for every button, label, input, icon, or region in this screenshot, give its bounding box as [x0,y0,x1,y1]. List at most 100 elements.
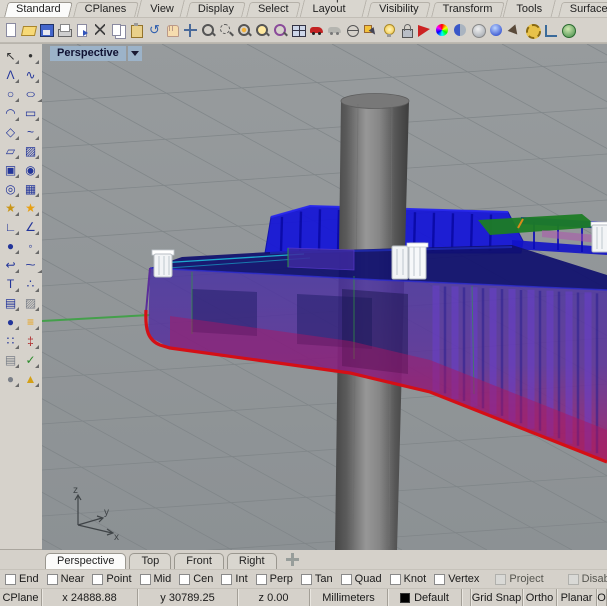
rotate-view-icon[interactable] [182,22,199,39]
gray-car-icon[interactable] [326,22,343,39]
viewport-tab-move-icon[interactable] [286,553,299,566]
rectangle-icon[interactable]: ▭ [21,103,40,122]
array-icon[interactable]: ∷ [1,331,20,350]
zoom-selected-icon[interactable] [236,22,253,39]
osnap-item[interactable]: Int [221,573,247,585]
osnap-item[interactable]: Disable [568,573,607,585]
osnap-item[interactable]: Point [92,573,131,585]
menu-tab[interactable]: Select [246,1,301,17]
zoom-extents-icon[interactable] [254,22,271,39]
point-icon[interactable]: ● [21,46,40,65]
handle-curve-icon[interactable]: ~ [16,255,45,274]
viewport-tab[interactable]: Right [227,553,277,569]
viewport-title-dropdown-icon[interactable] [128,46,142,61]
osnap-item[interactable]: Tan [301,573,333,585]
red-wedge-icon[interactable] [416,22,433,39]
pan-view-icon[interactable] [164,22,181,39]
paste-icon[interactable] [128,22,145,39]
perspective-viewport[interactable]: Perspective [42,44,607,550]
lock-icon[interactable] [398,22,415,39]
gray-sphere-icon[interactable]: ● [1,369,20,388]
status-cell[interactable]: y 30789.25 [138,589,238,606]
osnap-item[interactable]: Project [495,573,543,585]
hatch-icon[interactable]: ▨ [21,293,40,312]
osnap-item[interactable]: Vertex [434,573,479,585]
osnap-item[interactable]: Knot [390,573,427,585]
move-points-icon[interactable]: ∴ [21,274,40,293]
selection-filter-icon[interactable] [362,22,379,39]
ellipse-icon[interactable]: ○ [16,84,45,103]
menu-tab[interactable]: Surface [558,1,607,17]
menu-tab[interactable]: Visibility [367,1,431,17]
polygon-icon[interactable]: ◇ [1,122,20,141]
osnap-item[interactable]: End [5,573,39,585]
circles-icon[interactable]: ◦ [21,236,40,255]
viewport-tab[interactable]: Top [129,553,171,569]
status-toggle[interactable]: Grid Snap [471,589,523,606]
status-toggle[interactable]: Planar [557,589,597,606]
osnap-checkbox[interactable] [301,574,312,585]
color-wheel-icon[interactable] [434,22,451,39]
osnap-item[interactable]: Mid [140,573,172,585]
menu-tab[interactable]: Display [186,1,246,17]
status-toggle[interactable]: O [597,589,607,606]
lightbulb-icon[interactable] [380,22,397,39]
bollard-left[interactable] [152,250,174,277]
osnap-checkbox[interactable] [92,574,103,585]
sphere-icon[interactable]: ◉ [21,160,40,179]
polyline-icon[interactable]: Λ [1,65,20,84]
status-cell[interactable]: Default [388,589,462,606]
menu-tab[interactable]: CPlanes [73,1,139,17]
red-car-icon[interactable] [308,22,325,39]
fillet-icon[interactable]: ∟ [1,217,20,236]
blocks-icon[interactable]: ▤ [1,293,20,312]
osnap-item[interactable]: Cen [179,573,213,585]
bollard-middle[interactable] [392,243,428,279]
shaded-sphere-icon[interactable] [452,22,469,39]
osnap-checkbox[interactable] [221,574,232,585]
osnap-checkbox[interactable] [256,574,267,585]
spheres-dark-icon[interactable]: ● [1,236,20,255]
zoom-window-icon[interactable] [218,22,235,39]
status-toggle[interactable]: Ortho [523,589,557,606]
osnap-checkbox[interactable] [179,574,190,585]
save-icon[interactable] [38,22,55,39]
new-document-icon[interactable] [2,22,19,39]
status-cell[interactable]: CPlane [0,589,42,606]
viewport-layout-icon[interactable] [290,22,307,39]
osnap-checkbox[interactable] [341,574,352,585]
chain-icon[interactable]: ‡ [21,331,40,350]
osnap-checkbox[interactable] [5,574,16,585]
lamp-icon[interactable]: ≡ [21,312,40,331]
status-cell[interactable]: z 0.00 [238,589,310,606]
plane-surface-icon[interactable]: ▱ [1,141,20,160]
torus-icon[interactable]: ◎ [1,179,20,198]
cplane-axes-icon[interactable] [542,22,559,39]
cursor-triangle-icon[interactable] [506,22,523,39]
box-icon[interactable]: ▣ [1,160,20,179]
interp-curve-icon[interactable]: ∿ [21,65,40,84]
open-file-icon[interactable] [20,22,37,39]
status-cell[interactable]: x 24888.88 [42,589,138,606]
text-icon[interactable]: T [1,274,20,293]
undo-icon[interactable]: ↺ [146,22,163,39]
pyramid-icon[interactable]: ▲ [21,369,40,388]
zoom-dynamic-icon[interactable] [200,22,217,39]
menu-tab[interactable]: Curve Tools [504,0,557,17]
menu-tab[interactable]: Viewport Layout [301,0,368,17]
menu-tab[interactable]: Transform [431,1,505,17]
explode-icon[interactable]: ★ [21,198,40,217]
mesh-icon[interactable]: ▦ [21,179,40,198]
shadow-sphere-icon[interactable]: ● [1,312,20,331]
menu-tab[interactable]: Set View [138,0,186,17]
osnap-checkbox[interactable] [47,574,58,585]
gears-icon[interactable] [524,22,541,39]
freeform-curve-icon[interactable]: ~ [21,122,40,141]
selection-arrow-icon[interactable]: ↖ [1,46,20,65]
boolean-star-icon[interactable]: ★ [1,198,20,217]
patch-surface-icon[interactable]: ▨ [21,141,40,160]
copy-page-icon[interactable] [74,22,91,39]
arc-icon[interactable]: ◠ [1,103,20,122]
osnap-checkbox[interactable] [140,574,151,585]
menu-tab[interactable]: Standard [4,1,73,17]
